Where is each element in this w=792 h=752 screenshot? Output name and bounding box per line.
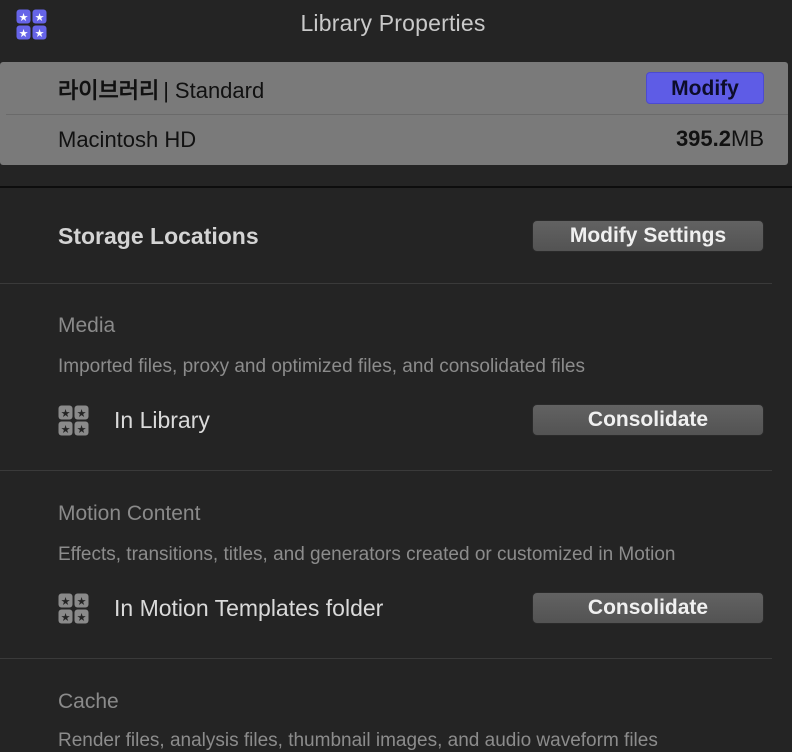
library-stars-icon: ★ ★ ★ ★ [58,405,89,436]
library-size: 395.2MB [676,126,764,152]
top-separator [0,186,792,188]
media-heading: Media [58,314,116,337]
media-consolidate-button[interactable]: Consolidate [532,404,764,436]
modify-button[interactable]: Modify [646,72,764,104]
svg-text:★: ★ [77,595,87,608]
divider [0,658,772,659]
panel-title: Library Properties [300,10,486,36]
library-size-value: 395.2 [675,126,731,151]
divider [0,283,772,284]
svg-text:★: ★ [61,407,71,420]
storage-locations-title: Storage Locations [58,223,259,249]
divider [0,470,772,471]
svg-text:★: ★ [77,423,87,436]
svg-text:★: ★ [61,423,71,436]
motion-heading: Motion Content [58,502,201,525]
library-name: 라이브러리 [58,78,160,103]
svg-text:★: ★ [61,595,71,608]
motion-description: Effects, transitions, titles, and genera… [58,544,676,565]
motion-location: In Motion Templates folder [114,595,384,621]
library-separator: | [163,78,169,103]
svg-text:★: ★ [77,407,87,420]
header-divider [6,114,788,115]
library-size-unit: MB [731,126,764,151]
cache-heading: Cache [58,690,119,713]
media-location: In Library [114,407,210,433]
library-type: Standard [174,78,265,103]
svg-text:★: ★ [61,611,71,624]
volume-name: Macintosh HD [58,127,197,152]
cache-description: Render files, analysis files, thumbnail … [58,730,658,751]
motion-consolidate-button[interactable]: Consolidate [532,592,764,624]
library-name-row: 라이브러리 | Standard [58,73,264,105]
svg-text:★: ★ [77,611,87,624]
media-description: Imported files, proxy and optimized file… [58,356,585,377]
library-stars-icon: ★ ★ ★ ★ [58,593,89,624]
modify-settings-button[interactable]: Modify Settings [532,220,764,252]
